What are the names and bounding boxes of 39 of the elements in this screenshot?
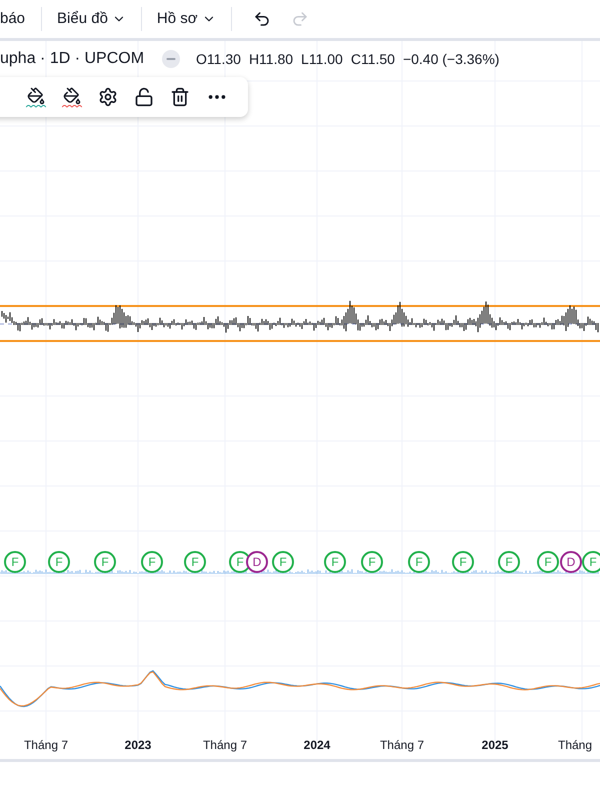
event-marker[interactable]: F (582, 551, 600, 573)
event-marker[interactable]: F (324, 551, 346, 573)
settings-icon[interactable] (98, 87, 118, 107)
event-marker[interactable]: D (560, 551, 582, 573)
event-marker[interactable]: F (452, 551, 474, 573)
price-change: −0.40 (−3.36%) (402, 50, 500, 69)
menu-button[interactable]: Hồ sơ (150, 4, 223, 34)
time-axis-label: Tháng 7 (380, 737, 424, 754)
event-marker[interactable]: F (537, 551, 559, 573)
event-marker[interactable]: F (361, 551, 383, 573)
event-marker[interactable]: F (272, 551, 294, 573)
time-axis-label: 2024 (304, 737, 330, 754)
event-marker[interactable]: F (498, 551, 520, 573)
time-axis-label: 2023 (124, 737, 152, 754)
event-marker[interactable]: F (48, 551, 70, 573)
ohlc-value: L11.00 (301, 50, 343, 68)
ohlc-value: O11.30 (196, 50, 241, 68)
unlock-icon[interactable] (134, 87, 154, 107)
event-marker[interactable]: D (246, 551, 268, 573)
time-axis-label: Tháng (558, 737, 592, 754)
time-axis-label: Tháng 7 (24, 737, 68, 754)
redo-icon (290, 10, 309, 28)
event-marker[interactable]: F (184, 551, 206, 573)
menu-button[interactable]: Biểu đồ (50, 4, 133, 34)
ohlc-value: C11.50 (350, 50, 395, 68)
menu-button[interactable]: báo (0, 4, 34, 34)
collapse-icon (162, 50, 180, 68)
fill-color-icon[interactable] (62, 86, 82, 108)
event-marker[interactable]: F (94, 551, 116, 573)
event-marker[interactable]: F (408, 551, 430, 573)
time-axis-label: 2025 (482, 737, 508, 754)
undo-icon (252, 10, 271, 28)
trash-icon[interactable] (170, 87, 190, 107)
fill-color-icon[interactable] (26, 86, 46, 108)
event-marker[interactable]: F (4, 551, 26, 573)
ohlc-value: H11.80 (248, 50, 294, 68)
symbol-title: upha · 1D · UPCOM (0, 49, 144, 69)
time-axis-label: Tháng 7 (202, 737, 248, 754)
event-marker[interactable]: F (141, 551, 163, 573)
